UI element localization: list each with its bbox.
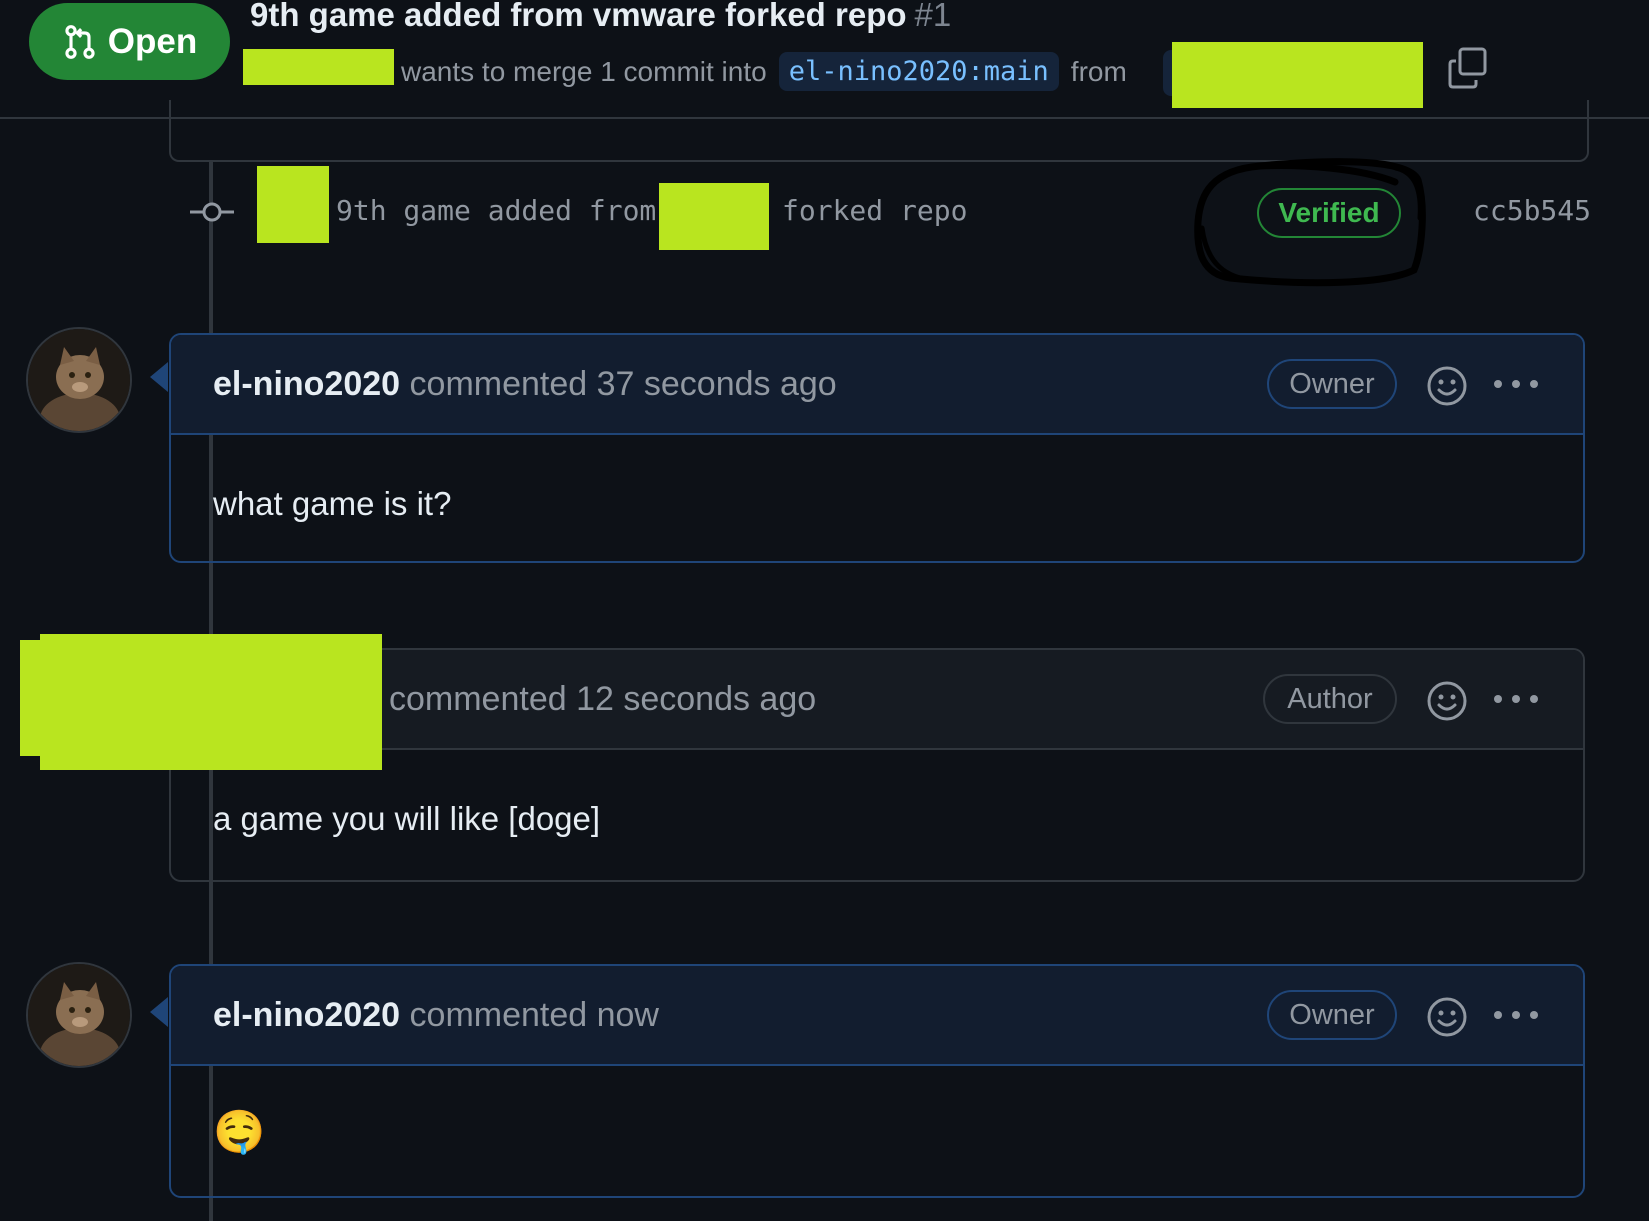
comment-author-line: el-nino2020 commented now [213, 996, 659, 1035]
comment-body: a game you will like [doge] [171, 750, 1583, 882]
previous-timeline-box [169, 100, 1589, 162]
cat-avatar-image [28, 329, 130, 431]
comment-header: el-nino2020 commented 37 seconds ago Own… [171, 335, 1583, 435]
redacted-username [243, 49, 394, 85]
pr-title-text: 9th game added from vmware forked repo [250, 0, 907, 33]
redacted-commit-avatar [257, 166, 329, 243]
comment-author-line: el-nino2020 commented 37 seconds ago [213, 365, 837, 404]
pr-state-badge: Open [29, 3, 230, 80]
redacted-head-branch [1172, 42, 1423, 108]
smiley-icon[interactable] [1426, 996, 1468, 1038]
kebab-menu-icon[interactable] [1493, 377, 1539, 391]
cat-avatar-image [28, 964, 130, 1066]
comment-text: a game you will like [doge] [213, 800, 601, 837]
pr-title: 9th game added from vmware forked repo #1 [250, 0, 951, 34]
comment-header: el-nino2020 commented now Owner [171, 966, 1583, 1066]
comment-pointer [150, 362, 168, 392]
comment-body: what game is it? [171, 435, 1583, 565]
smiley-icon[interactable] [1426, 680, 1468, 722]
git-pull-request-icon [65, 24, 95, 59]
comment-header: commented 12 seconds ago Author [171, 650, 1583, 750]
owner-badge: Owner [1267, 359, 1397, 409]
avatar[interactable] [26, 327, 132, 433]
kebab-menu-icon[interactable] [1493, 692, 1539, 706]
comment-body: 🤤 [171, 1066, 1583, 1198]
hand-drawn-circle-annotation [1194, 158, 1426, 287]
comment-timestamp[interactable]: commented 12 seconds ago [389, 680, 816, 718]
drooling-face-emoji: 🤤 [213, 1108, 266, 1155]
owner-badge: Owner [1267, 990, 1397, 1040]
git-commit-icon [190, 202, 234, 222]
comment-pointer [150, 997, 168, 1027]
redacted-author-block [40, 634, 382, 770]
comment-timestamp[interactable]: commented 37 seconds ago [410, 365, 837, 403]
commit-message-end[interactable]: forked repo [782, 194, 967, 227]
commit-sha[interactable]: cc5b545 [1473, 194, 1591, 227]
comment-author[interactable]: el-nino2020 [213, 365, 400, 403]
smiley-icon[interactable] [1426, 365, 1468, 407]
comment-timestamp[interactable]: commented now [410, 996, 659, 1034]
pr-number: #1 [914, 0, 952, 33]
commit-message-start[interactable]: 9th game added from [336, 194, 656, 227]
comment-text: what game is it? [213, 485, 452, 522]
comment-author-line: commented 12 seconds ago [389, 680, 816, 719]
base-branch-label[interactable]: el-nino2020:main [778, 52, 1059, 91]
avatar[interactable] [26, 962, 132, 1068]
author-badge: Author [1263, 674, 1397, 724]
comment-author[interactable]: el-nino2020 [213, 996, 400, 1034]
copy-icon[interactable] [1447, 46, 1489, 90]
from-label: from [1070, 55, 1127, 87]
comment-card: el-nino2020 commented 37 seconds ago Own… [169, 333, 1585, 563]
pr-state-label: Open [107, 21, 198, 61]
comment-card: el-nino2020 commented now Owner 🤤 [169, 964, 1585, 1198]
merge-text: wants to merge 1 commit into [401, 55, 767, 87]
merge-summary: wants to merge 1 commit into el-nino2020… [401, 52, 1127, 91]
kebab-menu-icon[interactable] [1493, 1008, 1539, 1022]
redacted-commit-text [659, 183, 769, 250]
